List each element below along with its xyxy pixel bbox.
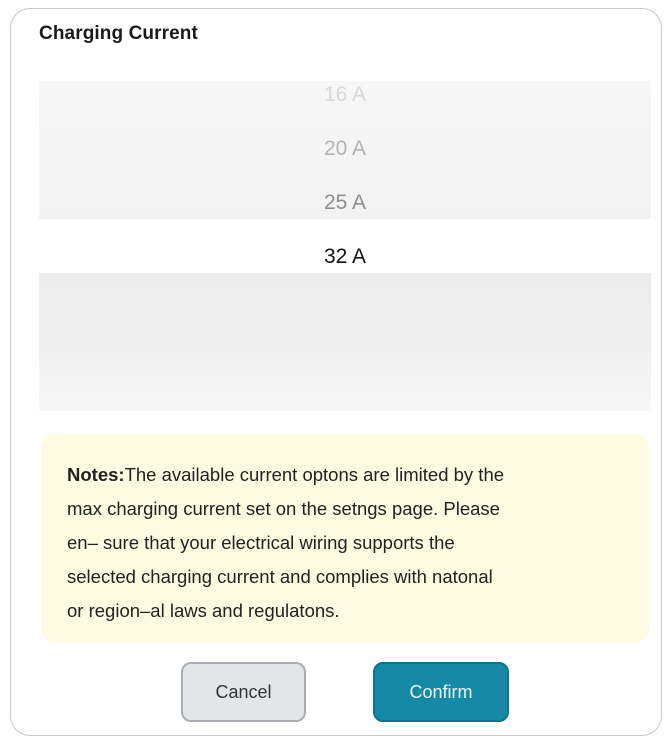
notes-box: Notes:The available current optons are l… [41,434,649,642]
current-picker[interactable]: 16 A 20 A 25 A 32 A [39,81,651,411]
notes-label: Notes: [67,464,125,485]
notes-line: en– sure that your electrical wiring sup… [67,532,455,553]
notes-line: The available current optons are limited… [124,464,505,485]
cancel-button[interactable]: Cancel [181,662,306,722]
picker-option[interactable]: 25 A [39,191,651,215]
picker-option-selected[interactable]: 32 A [39,245,651,269]
picker-empty-area [39,273,651,411]
dialog-title: Charging Current [39,23,198,44]
notes-line: max charging current set on the setngs p… [67,498,500,519]
confirm-button[interactable]: Confirm [373,662,509,722]
picker-option[interactable]: 16 A [39,83,651,107]
notes-line: or region–al laws and regulatons. [67,600,340,621]
charging-current-dialog: Charging Current 16 A 20 A 25 A 32 A Not… [10,8,662,736]
notes-line: selected charging current and complies w… [67,566,493,587]
picker-option[interactable]: 20 A [39,137,651,161]
